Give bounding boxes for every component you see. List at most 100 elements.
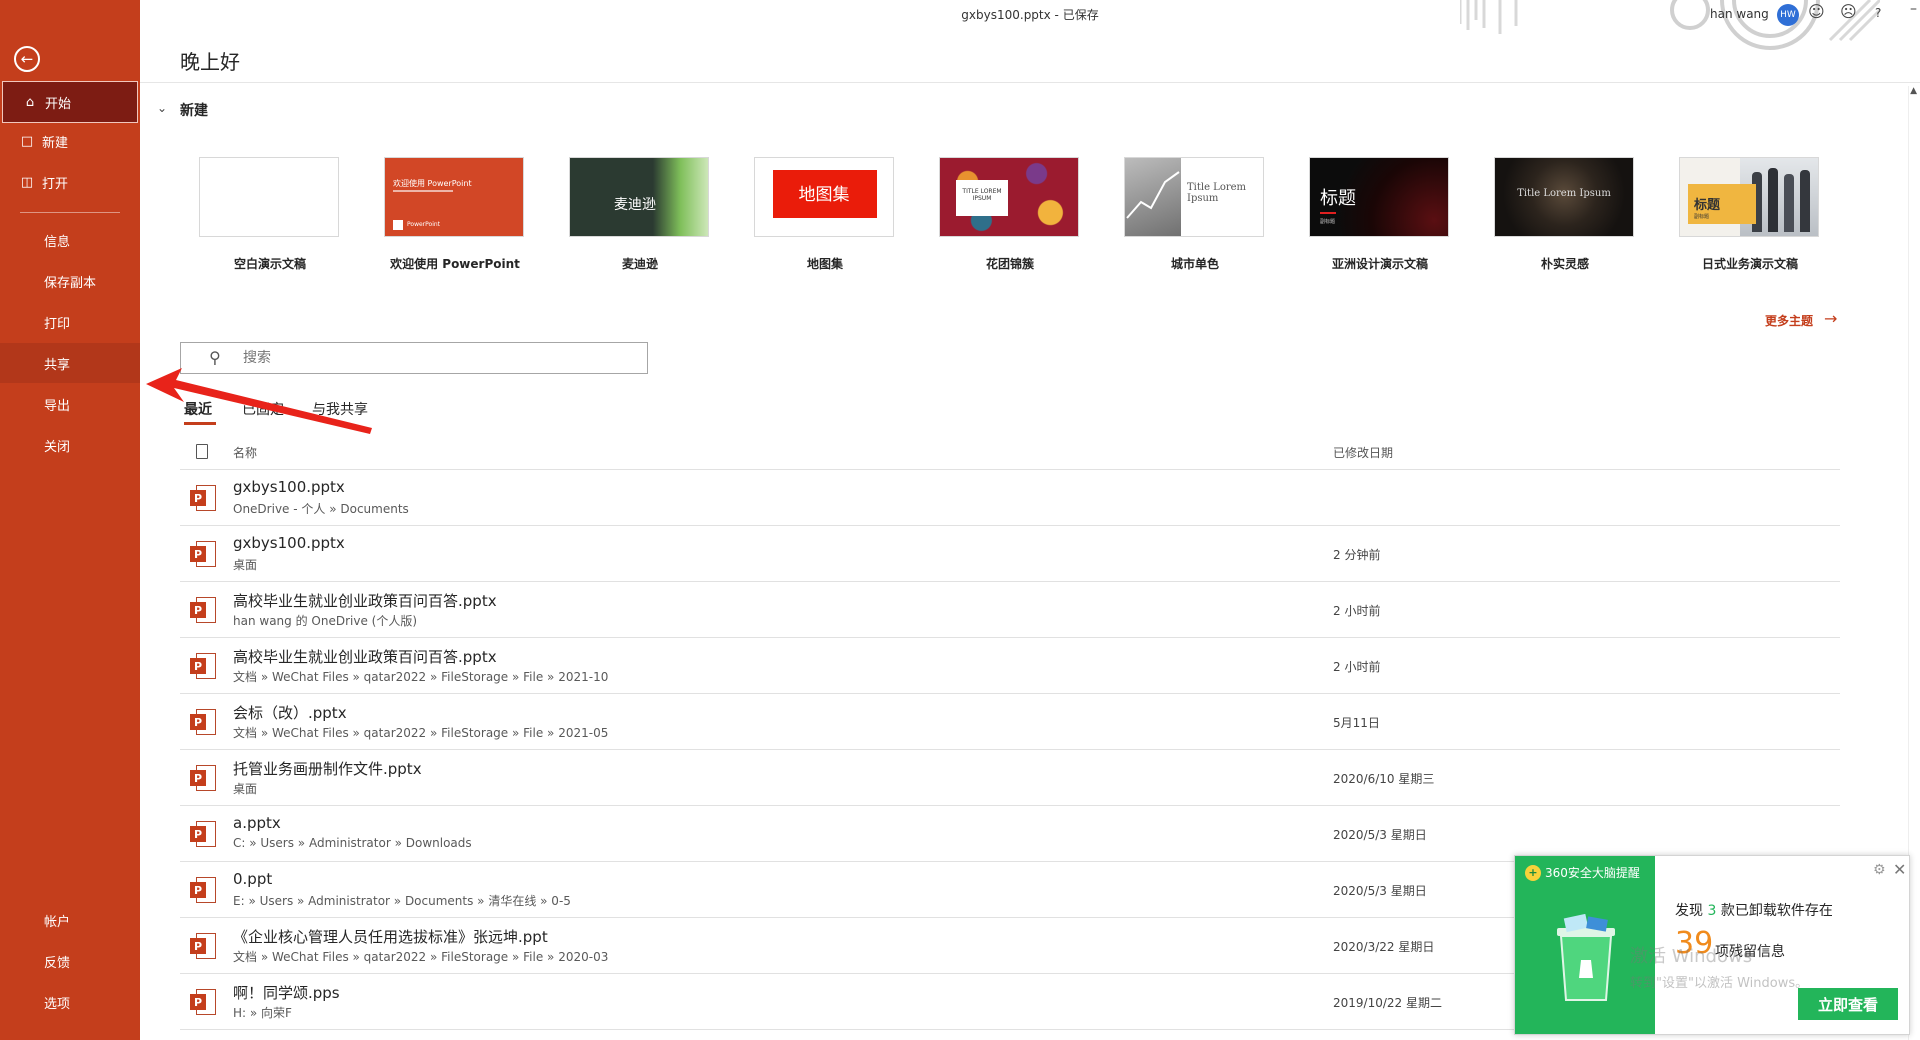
- table-row[interactable]: P 会标（改）.pptx 文档 » WeChat Files » qatar20…: [180, 694, 1840, 750]
- minimize-icon[interactable]: –: [1910, 2, 1917, 16]
- backstage-sidebar: ← ⌂ 开始 □ 新建 ◫ 打开 信息 保存副本 打印 共享 导出 关闭 帐户 …: [0, 0, 140, 1040]
- thumb-title: Title Lorem Ipsum: [1187, 182, 1247, 204]
- template-name: 朴实灵感: [1540, 257, 1589, 271]
- scroll-up-icon[interactable]: ▲: [1910, 86, 1917, 96]
- gear-icon[interactable]: ⚙: [1873, 862, 1886, 878]
- sidebar-item-label: 打开: [42, 176, 69, 192]
- template-simple-inspiration[interactable]: Title Lorem Ipsum 朴实灵感: [1494, 157, 1636, 272]
- file-path: OneDrive - 个人 » Documents: [233, 502, 409, 516]
- powerpoint-show-file-icon: P: [190, 989, 216, 1015]
- template-thumbnail: 麦迪逊: [569, 157, 709, 237]
- template-japanese-business[interactable]: 标题 副标题 日式业务演示文稿: [1679, 157, 1821, 272]
- thumb-title: TITLE LOREM IPSUM: [962, 188, 1002, 202]
- home-icon: ⌂: [25, 94, 35, 110]
- file-date: 2020/3/22 星期日: [1333, 940, 1435, 954]
- file-date: 2 小时前: [1333, 604, 1381, 618]
- file-date: 2020/5/3 星期日: [1333, 884, 1427, 898]
- template-thumbnail: 欢迎使用 PowerPoint PowerPoint: [384, 157, 524, 237]
- file-type-icon: [196, 444, 208, 459]
- sidebar-item-export[interactable]: 导出: [0, 384, 140, 424]
- template-name: 花团锦簇: [985, 257, 1034, 271]
- back-arrow-icon[interactable]: ←: [14, 46, 40, 72]
- template-name: 地图集: [806, 257, 843, 271]
- template-floral[interactable]: TITLE LOREM IPSUM 花团锦簇: [939, 157, 1081, 272]
- sidebar-item-options[interactable]: 选项: [0, 982, 140, 1022]
- template-madison[interactable]: 麦迪逊 麦迪逊: [569, 157, 711, 272]
- table-row[interactable]: P a.pptx C: » Users » Administrator » Do…: [180, 806, 1840, 862]
- powerpoint-file-icon: P: [190, 709, 216, 735]
- column-header-date[interactable]: 已修改日期: [1333, 444, 1393, 461]
- sidebar-item-label: 开始: [45, 96, 72, 112]
- file-date: 5月11日: [1333, 716, 1380, 730]
- page-title: 晚上好: [180, 50, 240, 74]
- table-row[interactable]: P 高校毕业生就业创业政策百问百答.pptx 文档 » WeChat Files…: [180, 638, 1840, 694]
- file-list-header: 名称 已修改日期: [180, 442, 1840, 470]
- thumb-title: 欢迎使用 PowerPoint: [393, 179, 472, 188]
- template-name: 空白演示文稿: [233, 257, 306, 271]
- sidebar-item-share[interactable]: 共享: [0, 343, 140, 383]
- sidebar-item-new[interactable]: □ 新建: [0, 121, 140, 161]
- table-row[interactable]: P gxbys100.pptx 桌面 2 分钟前: [180, 526, 1840, 582]
- file-name: 《企业核心管理人员任用选拔标准》张远坤.ppt: [233, 928, 548, 946]
- sidebar-item-label: 打印: [44, 316, 71, 332]
- sidebar-item-close[interactable]: 关闭: [0, 425, 140, 465]
- popup-message-line1: 发现 3 款已卸载软件存在: [1675, 900, 1833, 920]
- file-path: 桌面: [233, 558, 258, 572]
- file-path: 桌面: [233, 782, 258, 796]
- table-row[interactable]: P 高校毕业生就业创业政策百问百答.pptx han wang 的 OneDri…: [180, 582, 1840, 638]
- table-row[interactable]: P 托管业务画册制作文件.pptx 桌面 2020/6/10 星期三: [180, 750, 1840, 806]
- template-welcome[interactable]: 欢迎使用 PowerPoint PowerPoint 欢迎使用 PowerPoi…: [384, 157, 526, 272]
- search-input[interactable]: [243, 347, 633, 369]
- sidebar-item-label: 帐户: [44, 914, 71, 930]
- file-name: 会标（改）.pptx: [233, 704, 347, 722]
- template-city-mono[interactable]: Title Lorem Ipsum 城市单色: [1124, 157, 1266, 272]
- template-atlas[interactable]: 地图集 地图集: [754, 157, 896, 272]
- sidebar-item-open[interactable]: ◫ 打开: [0, 162, 140, 202]
- template-thumbnail: 地图集: [754, 157, 894, 237]
- popup-brand-label: 360安全大脑提醒: [1545, 866, 1640, 880]
- sidebar-item-home[interactable]: ⌂ 开始: [2, 81, 138, 123]
- smile-icon[interactable]: ☺: [1808, 4, 1825, 20]
- help-icon[interactable]: ?: [1875, 7, 1881, 19]
- file-path: han wang 的 OneDrive (个人版): [233, 614, 418, 628]
- thumb-sub: 副标题: [1694, 214, 1710, 220]
- chevron-down-icon[interactable]: ⌄: [157, 101, 167, 115]
- sidebar-item-label: 反馈: [44, 955, 71, 971]
- template-thumbnail: Title Lorem Ipsum: [1494, 157, 1634, 237]
- template-thumbnail: Title Lorem Ipsum: [1124, 157, 1264, 237]
- close-icon[interactable]: ✕: [1893, 860, 1906, 879]
- sidebar-item-label: 保存副本: [44, 275, 97, 291]
- template-name: 日式业务演示文稿: [1701, 257, 1798, 271]
- sidebar-item-feedback[interactable]: 反馈: [0, 941, 140, 981]
- powerpoint-legacy-file-icon: P: [190, 933, 216, 959]
- thumb-title: 地图集: [798, 185, 850, 205]
- activation-watermark-sub: 转到"设置"以激活 Windows。: [1630, 976, 1809, 991]
- thumb-title: 麦迪逊: [614, 197, 656, 213]
- sidebar-item-label: 共享: [44, 357, 71, 373]
- file-path: C: » Users » Administrator » Downloads: [233, 836, 472, 850]
- thumb-sub: PowerPoint: [407, 221, 441, 228]
- new-section-title[interactable]: 新建: [180, 100, 208, 120]
- column-header-name[interactable]: 名称: [233, 444, 257, 461]
- popup-brand: + 360安全大脑提醒: [1525, 864, 1640, 881]
- thumb-person: [1768, 168, 1778, 232]
- sidebar-item-account[interactable]: 帐户: [0, 900, 140, 940]
- template-name: 麦迪逊: [621, 257, 658, 271]
- sidebar-item-save-copy[interactable]: 保存副本: [0, 261, 140, 301]
- sidebar-item-label: 导出: [44, 398, 71, 414]
- template-asian-design[interactable]: 标题 副标题 亚洲设计演示文稿: [1309, 157, 1451, 272]
- 360-logo-icon: +: [1525, 864, 1541, 881]
- file-path: H: » 向荣F: [233, 1006, 292, 1020]
- file-name: a.pptx: [233, 814, 281, 832]
- user-name[interactable]: han wang: [1710, 7, 1769, 21]
- header-divider: [140, 82, 1920, 83]
- more-themes-link[interactable]: 更多主题: [1765, 312, 1813, 329]
- template-blank[interactable]: 空白演示文稿: [199, 157, 341, 272]
- sidebar-item-print[interactable]: 打印: [0, 302, 140, 342]
- view-now-button[interactable]: 立即查看: [1798, 988, 1898, 1020]
- avatar[interactable]: HW: [1777, 4, 1799, 26]
- frown-icon[interactable]: ☹: [1840, 4, 1857, 20]
- table-row[interactable]: P gxbys100.pptx OneDrive - 个人 » Document…: [180, 470, 1840, 526]
- arrow-right-icon[interactable]: →: [1824, 309, 1837, 328]
- sidebar-item-info[interactable]: 信息: [0, 220, 140, 260]
